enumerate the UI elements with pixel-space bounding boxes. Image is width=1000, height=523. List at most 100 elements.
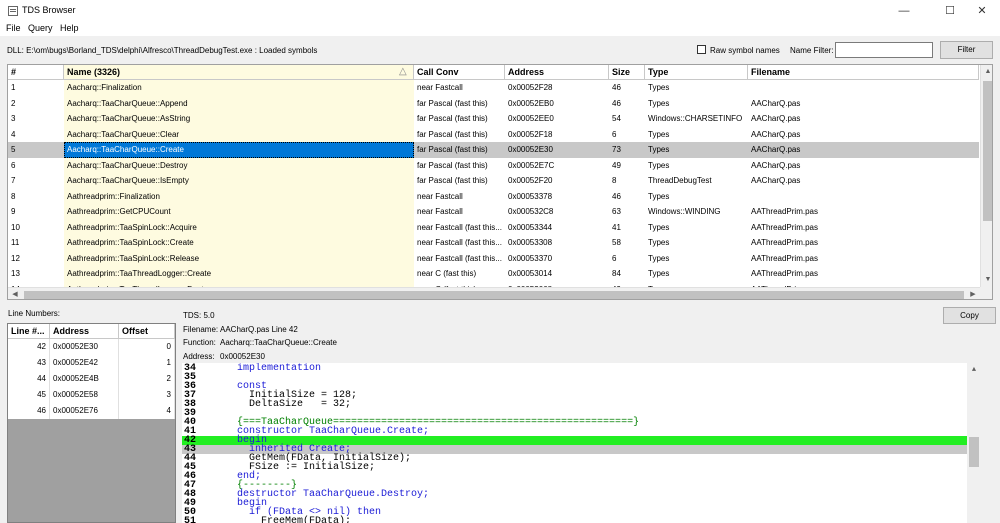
table-cell: AACharQ.pas <box>751 129 801 139</box>
menu-help[interactable]: Help <box>60 23 79 33</box>
table-cell: 0x00052E30 <box>50 339 119 355</box>
column-header[interactable]: Type <box>645 65 748 80</box>
scroll-up-icon[interactable]: ▲ <box>967 363 981 377</box>
list-item[interactable]: 44 0x00052E4B 2 <box>8 371 175 387</box>
column-header[interactable]: Address <box>50 324 119 339</box>
table-cell: Aathreadprim::GetCPUCount <box>64 204 414 220</box>
list-item[interactable]: 42 0x00052E30 0 <box>8 339 175 355</box>
scroll-down-icon[interactable]: ▼ <box>981 273 992 287</box>
table-cell: AAThreadPrim.pas <box>751 253 818 263</box>
scroll-thumb[interactable] <box>969 437 979 467</box>
maximize-button[interactable]: ☐ <box>932 0 968 22</box>
list-item[interactable]: 43 0x00052E42 1 <box>8 355 175 371</box>
table-cell: far Pascal (fast this) <box>417 145 488 154</box>
table-cell: 10 <box>11 222 20 232</box>
table-cell: AACharQ.pas <box>751 160 801 170</box>
column-header[interactable]: Address <box>505 65 609 80</box>
table-cell: far Pascal (fast this) <box>417 98 488 108</box>
symbols-vertical-scrollbar[interactable]: ▲ ▼ <box>980 65 992 287</box>
menu-bar: File Query Help <box>0 22 1000 36</box>
copy-button[interactable]: Copy <box>943 307 996 324</box>
table-cell: 46 <box>612 191 621 201</box>
table-cell: Aathreadprim::TaaSpinLock::Create <box>64 235 414 251</box>
tds-version: TDS: 5.0 <box>183 311 215 320</box>
table-cell: 46 <box>612 83 621 92</box>
table-row[interactable]: 13 Aathreadprim::TaaThreadLogger::Create n… <box>8 266 979 282</box>
table-cell: 0x00052EB0 <box>508 98 554 108</box>
menu-file[interactable]: File <box>6 23 21 33</box>
code-line: 38 DeltaSize = 32; <box>182 399 967 410</box>
table-row[interactable]: 1 Aacharq::Finalization near Fastcall 0x000… <box>8 80 979 96</box>
function-label: Function: <box>183 338 216 347</box>
minimize-button[interactable]: — <box>886 0 922 22</box>
table-cell: Aathreadprim::TaaSpinLock::Acquire <box>64 219 414 235</box>
name-filter-input[interactable] <box>835 42 933 58</box>
scroll-right-icon[interactable]: ▶ <box>966 288 980 299</box>
table-row[interactable]: 3 Aacharq::TaaCharQueue::AsString far Pasc… <box>8 111 979 127</box>
table-cell: 0x00052EE0 <box>508 114 554 123</box>
table-cell: near Fastcall <box>417 207 463 216</box>
table-cell <box>748 80 979 96</box>
table-cell: 13 <box>11 269 20 278</box>
toolbar: DLL: E:\om\bugs\Borland_TDS\delphi\Alfre… <box>0 36 1000 64</box>
source-vertical-scrollbar[interactable]: ▲ <box>967 363 981 523</box>
table-cell: Types <box>648 98 670 108</box>
table-cell: 5 <box>11 145 16 154</box>
table-cell: Types <box>648 191 670 201</box>
column-header[interactable]: Name (3326) <box>64 65 414 80</box>
table-row[interactable]: 7 Aacharq::TaaCharQueue::IsEmpty far Pasca… <box>8 173 979 189</box>
column-header[interactable]: Filename <box>748 65 979 80</box>
symbols-grid[interactable]: # Name (3326) △ Call Conv Address Size Type Fil… <box>7 64 993 300</box>
table-cell: 7 <box>11 176 16 185</box>
table-cell: 0x00053370 <box>508 253 553 263</box>
raw-symbol-names-label: Raw symbol names <box>710 46 780 55</box>
table-row[interactable]: 12 Aathreadprim::TaaSpinLock::Release near… <box>8 250 979 266</box>
scroll-left-icon[interactable]: ◀ <box>8 288 22 299</box>
line-number: 51 <box>184 516 197 523</box>
filter-button[interactable]: Filter <box>940 41 993 59</box>
table-cell: Aacharq::TaaCharQueue::Append <box>64 95 414 111</box>
scroll-thumb[interactable] <box>24 291 964 299</box>
column-header[interactable]: Offset <box>119 324 175 339</box>
menu-query[interactable]: Query <box>28 23 53 33</box>
line-numbers-grid[interactable]: Line #... Address Offset 42 0x00052E30 0 43 0x… <box>7 323 176 523</box>
table-cell: 49 <box>612 160 621 170</box>
table-row[interactable]: 2 Aacharq::TaaCharQueue::Append far Pascal… <box>8 95 979 111</box>
table-cell: far Pascal (fast this) <box>417 160 488 170</box>
code-text: DeltaSize = 32; <box>237 399 352 410</box>
close-button[interactable]: ✕ <box>964 0 1000 22</box>
column-header[interactable]: Call Conv <box>414 65 505 80</box>
table-cell: 12 <box>11 253 20 263</box>
symbols-horizontal-scrollbar[interactable]: ◀ ▶ <box>8 287 980 299</box>
panel-splitter[interactable] <box>0 300 1000 306</box>
source-code-view[interactable]: 34 implementation 35 36 const 37 InitialSize … <box>182 363 981 523</box>
table-row[interactable]: 5 Aacharq::TaaCharQueue::Create far Pascal… <box>8 142 979 158</box>
column-header[interactable]: Size <box>609 65 645 80</box>
table-cell: near Fastcall (fast this... <box>417 253 502 263</box>
sort-ascending-icon: △ <box>399 66 407 77</box>
table-row[interactable]: 8 Aathreadprim::Finalization near Fastcall… <box>8 188 979 204</box>
table-cell: 1 <box>119 355 175 371</box>
list-item[interactable]: 46 0x00052E76 4 <box>8 403 175 419</box>
column-header[interactable]: # <box>8 65 64 80</box>
table-cell: 8 <box>11 191 16 201</box>
table-row[interactable]: 6 Aacharq::TaaCharQueue::Destroy far Pasca… <box>8 157 979 173</box>
scroll-thumb[interactable] <box>983 81 992 221</box>
table-row[interactable]: 10 Aathreadprim::TaaSpinLock::Acquire near… <box>8 219 979 235</box>
column-header[interactable]: Line #... <box>8 324 50 339</box>
table-cell: Aacharq::TaaCharQueue::Destroy <box>64 157 414 173</box>
table-cell: 1 <box>11 83 16 92</box>
table-cell: 0x00052F18 <box>508 129 553 139</box>
table-cell: near Fastcall (fast this... <box>417 222 502 232</box>
table-cell: 0x00053308 <box>508 238 553 247</box>
code-line: 34 implementation <box>182 364 967 374</box>
raw-symbol-names-checkbox[interactable] <box>697 45 706 54</box>
table-row[interactable]: 11 Aathreadprim::TaaSpinLock::Create near … <box>8 235 979 251</box>
table-cell: 3 <box>11 114 16 123</box>
table-cell: 42 <box>8 339 50 355</box>
table-row[interactable]: 4 Aacharq::TaaCharQueue::Clear far Pascal … <box>8 126 979 142</box>
list-item[interactable]: 45 0x00052E58 3 <box>8 387 175 403</box>
table-cell: Windows::CHARSETINFO <box>648 114 743 123</box>
scroll-up-icon[interactable]: ▲ <box>981 65 992 79</box>
table-row[interactable]: 9 Aathreadprim::GetCPUCount near Fastcall 0… <box>8 204 979 220</box>
